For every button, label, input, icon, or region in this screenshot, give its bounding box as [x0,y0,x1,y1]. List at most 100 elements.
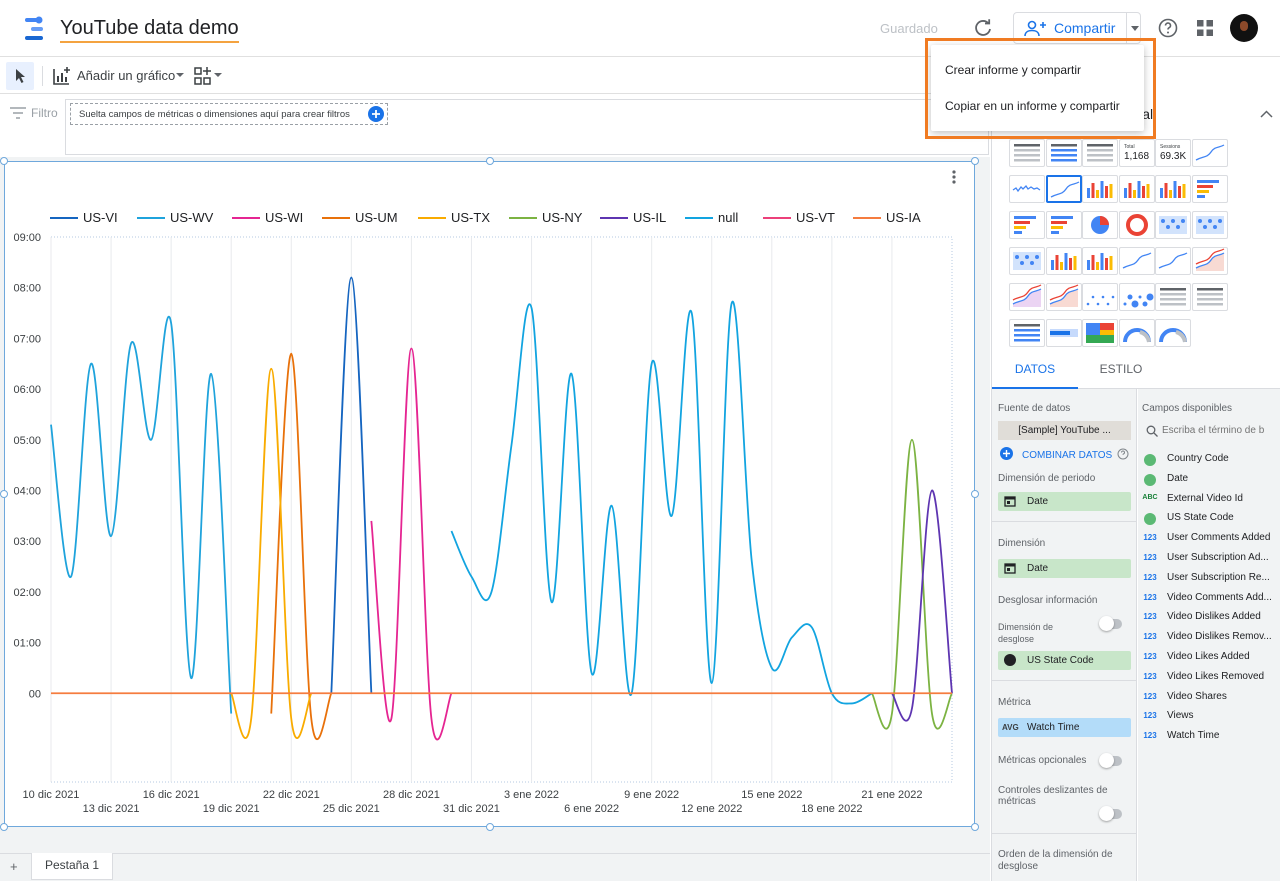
series-line-US-WV [50,315,233,714]
series-line-US-NY [871,438,953,730]
geo-map-icon[interactable] [1155,211,1192,239]
pie-chart-icon[interactable] [1082,211,1119,239]
y-tick-label: 02:00 [13,587,41,599]
breakdown-dimension-chip[interactable]: US State Code [998,651,1131,670]
column-chart-icon[interactable] [1082,175,1119,203]
field-name: Video Likes Removed [1167,670,1265,682]
bullet-chart-icon[interactable] [1045,319,1082,347]
gauge-icon[interactable] [1118,319,1155,347]
x-tick-label: 3 ene 2022 [504,789,559,801]
table-heatmap-icon[interactable] [1082,139,1119,167]
dimension-chip[interactable]: Date [998,559,1131,578]
field-name: Video Likes Added [1167,651,1250,662]
tab-style[interactable]: ESTILO [1078,355,1164,389]
x-tick-label: 16 dic 2021 [143,789,200,801]
metric-title: Métrica [998,697,1031,708]
y-tick-label: 05:00 [13,435,41,447]
table-bars-icon[interactable] [1045,139,1082,167]
combo-chart-icon[interactable] [1045,247,1082,275]
donut-chart-icon[interactable] [1118,211,1155,239]
field-name: Views [1167,710,1194,722]
x-tick-label: 19 dic 2021 [203,803,260,815]
pivot-table-icon[interactable] [1155,283,1192,311]
avatar[interactable] [1230,14,1258,42]
scatter-chart-icon[interactable] [1082,283,1119,311]
tab-data[interactable]: DATOS [992,355,1078,389]
scorecard-icon[interactable]: Total 1,168 [1118,139,1155,167]
stacked-combo-icon[interactable] [1082,247,1119,275]
field-search-input[interactable] [1162,421,1276,440]
table-icon[interactable] [1009,139,1045,167]
pivot-bars-icon[interactable] [1009,319,1045,347]
help-icon[interactable] [1117,448,1129,460]
x-tick-label: 22 dic 2021 [263,789,320,801]
number-type-icon: 123 [1143,671,1157,681]
search-icon [1146,425,1158,437]
help-icon[interactable] [1158,18,1178,38]
treemap-icon[interactable] [1082,319,1119,347]
chevron-up-icon[interactable] [1260,110,1273,118]
number-type-icon: 123 [1143,572,1157,582]
blend-data-icon[interactable] [1000,447,1013,460]
smoothed-line-icon[interactable] [1155,247,1192,275]
field-name: Video Dislikes Remov... [1167,631,1272,643]
line-chart-icon[interactable] [1118,247,1155,275]
bubble-map-icon[interactable] [1009,247,1045,275]
field-name: External Video Id [1167,492,1243,504]
percent-area-icon[interactable] [1045,283,1082,311]
page-tab[interactable]: Pestaña 1 [31,853,113,880]
grouped-column-icon[interactable] [1118,175,1155,203]
breakdown-title: Desglosar información [998,595,1098,606]
share-dropdown-icon[interactable] [1131,26,1139,32]
stacked-column-icon[interactable] [1155,175,1192,203]
text-type-icon: ABC [1142,493,1158,501]
gauge-progress-icon[interactable] [1155,319,1192,347]
field-name: Video Comments Add... [1167,591,1272,603]
field-name: US State Code [1167,512,1234,524]
svg-text:Total: Total [1124,144,1135,150]
apps-grid-icon[interactable] [1197,20,1213,36]
smoothed-time-series-icon[interactable] [1045,175,1082,203]
datasource-selector[interactable]: [Sample] YouTube ... [998,421,1131,440]
svg-text:Sessions: Sessions [1160,144,1181,150]
panel-tabs: DATOS ESTILO [992,355,1280,389]
grouped-bar-icon[interactable] [1009,211,1045,239]
breakdown-toggle[interactable] [1099,616,1122,631]
field-name: User Subscription Ad... [1167,552,1269,563]
add-page-button[interactable]: + [10,859,18,874]
number-type-icon: 123 [1143,731,1157,741]
stacked-bar-icon[interactable] [1045,211,1082,239]
sparkline-icon[interactable] [1009,175,1045,203]
period-dimension-chip[interactable]: Date [998,492,1131,511]
breakdown-sort-title: Orden de la dimensión de desglose [998,849,1113,872]
calendar-icon [1004,496,1016,507]
scorecard-compact-icon[interactable]: Sessions 69.3K [1155,139,1192,167]
share-button[interactable]: Compartir [1013,12,1141,44]
y-tick-label: 00 [29,688,41,700]
globe-icon [1004,654,1016,666]
area-chart-icon[interactable] [1192,247,1228,275]
time-series-icon[interactable] [1192,139,1228,167]
globe-icon [1144,473,1156,486]
globe-icon [1144,454,1156,466]
dimension-title: Dimensión [998,538,1046,549]
bubble-chart-icon[interactable] [1118,283,1155,311]
share-menu-item-copy[interactable]: Copiar en un informe y compartir [945,99,1120,113]
metric-sliders-toggle[interactable] [1099,806,1122,821]
y-tick-label: 09:00 [13,232,41,244]
share-menu-item-create[interactable]: Crear informe y compartir [945,63,1081,77]
period-dimension-title: Dimensión de periodo [998,473,1096,484]
stacked-area-icon[interactable] [1009,283,1045,311]
pivot-heatmap-icon[interactable] [1192,283,1228,311]
field-name: Date [1167,472,1189,484]
metric-chip[interactable]: AVG Watch Time [998,718,1131,737]
chart-plot: 09:00 08:00 07:00 06:00 05:00 04:00 03:00 02:00… [13,232,953,815]
number-type-icon: 123 [1143,711,1157,721]
field-name: Watch Time [1167,730,1220,742]
optional-metrics-toggle[interactable] [1099,753,1122,768]
x-tick-label: 6 ene 2022 [564,803,619,815]
plot-area [50,236,953,783]
world-map-icon[interactable] [1192,211,1228,239]
bar-chart-icon[interactable] [1192,175,1228,203]
blend-data-link[interactable]: COMBINAR DATOS [1022,450,1112,461]
